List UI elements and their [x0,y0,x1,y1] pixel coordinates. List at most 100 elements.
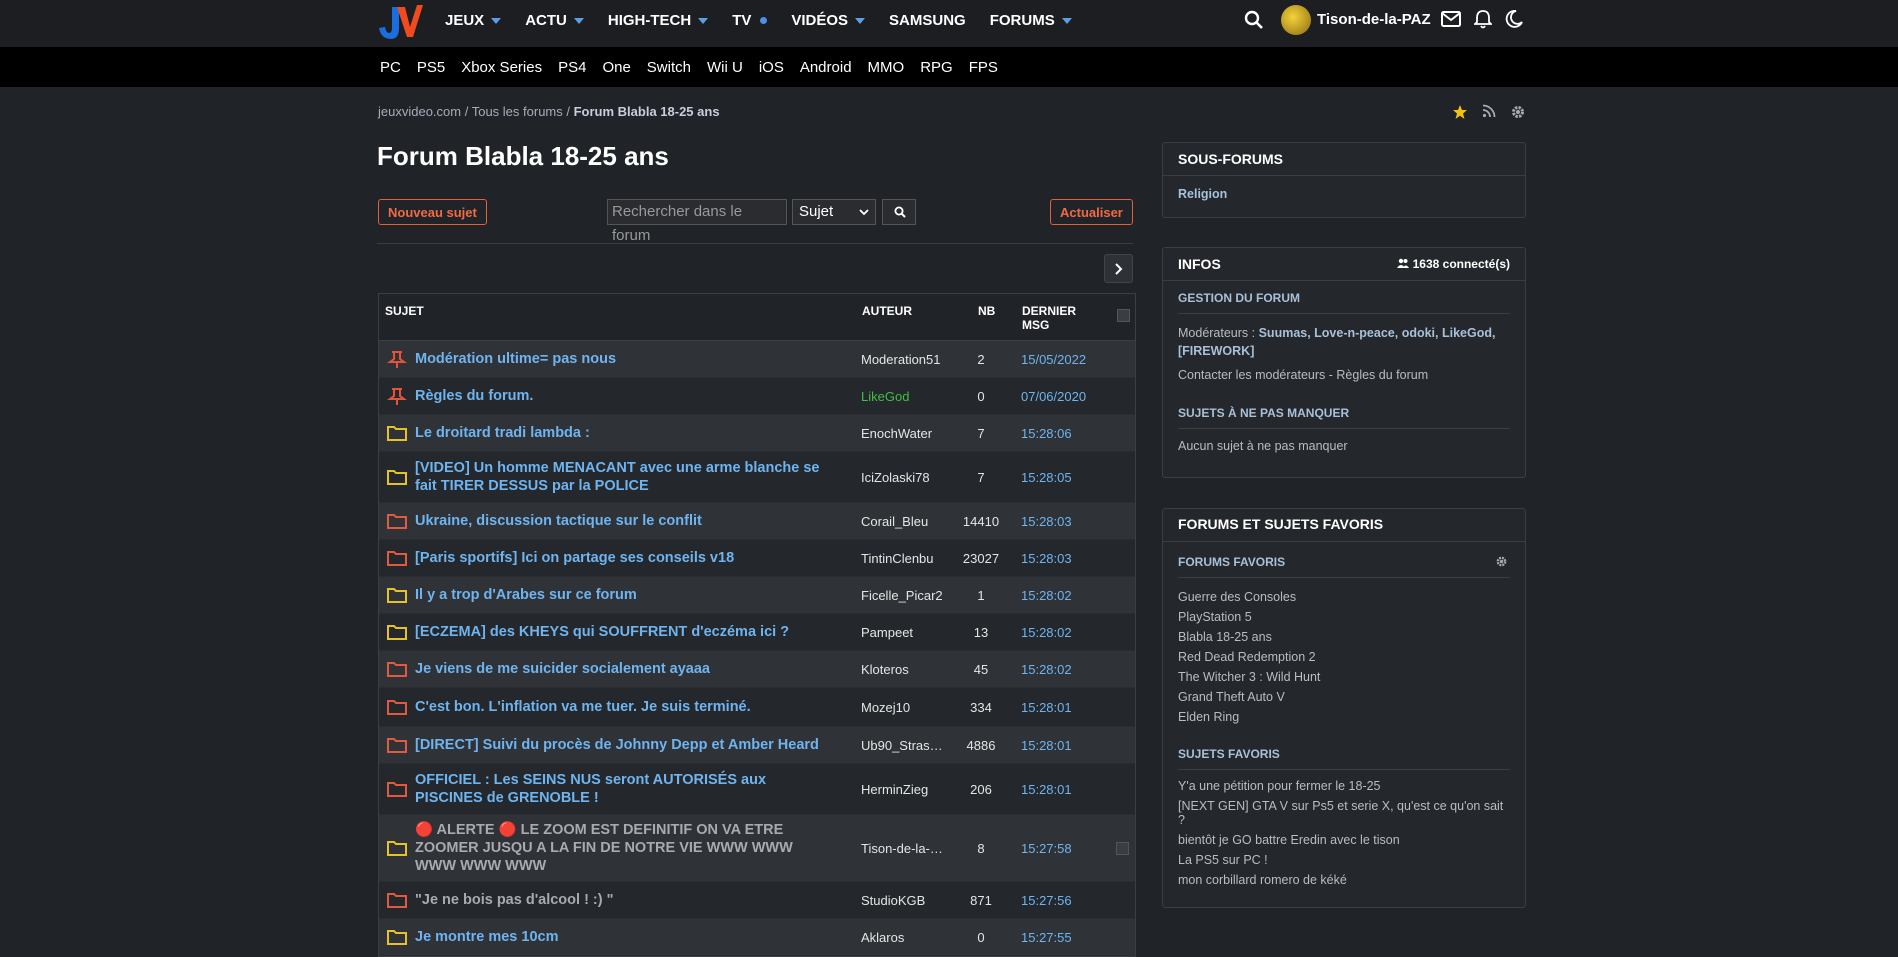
topic-last-message[interactable]: 15:28:03 [1021,514,1072,529]
favorite-topic-link[interactable]: La PS5 sur PC ! [1178,853,1510,867]
favorite-forum-link[interactable]: Blabla 18-25 ans [1178,627,1510,647]
platform-link[interactable]: Xbox Series [461,59,542,76]
table-row[interactable]: [VIDEO] Un homme MENACANT avec une arme … [379,452,1135,503]
topic-last-message[interactable]: 15:28:02 [1021,588,1072,603]
nav-item-4[interactable]: VIDÉOS [791,12,866,29]
topic-link[interactable]: Règles du forum. [415,387,837,405]
nav-item-0[interactable]: JEUX [445,12,502,29]
topic-author[interactable]: TintinClenbu [861,551,945,566]
nav-item-5[interactable]: SAMSUNG [889,12,966,29]
gear-icon[interactable] [1495,555,1508,568]
table-row[interactable]: "Je ne bois pas d'alcool ! :) " StudioKGB… [379,882,1135,919]
topic-link[interactable]: Je montre mes 10cm [415,928,837,946]
topic-link[interactable]: C'est bon. L'inflation va me tuer. Je su… [415,698,837,716]
favorite-topic-link[interactable]: mon corbillard romero de kéké [1178,873,1510,887]
next-page-button[interactable] [1104,254,1133,283]
topic-link[interactable]: Modération ultime= pas nous [415,350,837,368]
topic-link[interactable]: OFFICIEL : Les SEINS NUS seront AUTORISÉ… [415,771,837,807]
topic-last-message[interactable]: 15:27:58 [1021,841,1072,856]
topic-author[interactable]: StudioKGB [861,893,945,908]
subforum-religion[interactable]: Religion [1178,176,1510,201]
favorite-forum-link[interactable]: Guerre des Consoles [1178,587,1510,607]
rss-icon[interactable] [1482,104,1496,118]
topic-link[interactable]: "Je ne bois pas d'alcool ! :) " [415,891,837,909]
topic-last-message[interactable]: 15:27:55 [1021,930,1072,945]
table-row[interactable]: [DIRECT] Suivi du procès de Johnny Depp … [379,727,1135,764]
platform-link[interactable]: Wii U [707,59,743,76]
topic-last-message[interactable]: 07/06/2020 [1021,389,1086,404]
topic-link[interactable]: [VIDEO] Un homme MENACANT avec une arme … [415,459,837,495]
topic-last-message[interactable]: 15:28:05 [1021,470,1072,485]
favorite-topic-link[interactable]: Y'a une pétition pour fermer le 18-25 [1178,779,1510,793]
bell-icon[interactable] [1474,9,1492,29]
topic-author[interactable]: Ub90_Strasbourg [861,738,945,753]
contact-moderators-link[interactable]: Contacter les modérateurs - Règles du fo… [1178,360,1510,382]
topic-last-message[interactable]: 15:28:06 [1021,426,1072,441]
topic-author[interactable]: HerminZieg [861,782,945,797]
topic-author[interactable]: Corail_Bleu [861,514,945,529]
topic-author[interactable]: Pampeet [861,625,945,640]
platform-link[interactable]: iOS [759,59,784,76]
favorite-forum-link[interactable]: PlayStation 5 [1178,607,1510,627]
search-scope-select[interactable]: Sujet [792,199,876,225]
topic-link[interactable]: Je viens de me suicider socialement ayaa… [415,660,837,678]
forum-search-input[interactable]: Rechercher dans le forum [607,199,787,244]
topic-link[interactable]: Il y a trop d'Arabes sur ce forum [415,586,837,604]
table-row[interactable]: OFFICIEL : Les SEINS NUS seront AUTORISÉ… [379,764,1135,815]
mail-icon[interactable] [1441,11,1461,27]
topic-last-message[interactable]: 15:28:03 [1021,551,1072,566]
nav-item-6[interactable]: FORUMS [990,12,1072,29]
table-row[interactable]: [ECZEMA] des KHEYS qui SOUFFRENT d'eczém… [379,614,1135,651]
nav-item-2[interactable]: HIGH-TECH [608,12,709,29]
platform-link[interactable]: FPS [969,59,998,76]
jv-logo[interactable] [377,3,423,41]
topic-author[interactable]: Aklaros [861,930,945,945]
topic-author[interactable]: IciZolaski78 [861,470,945,485]
platform-link[interactable]: PC [380,59,401,76]
table-row[interactable]: Modération ultime= pas nous Moderation51 2… [379,341,1135,378]
topic-link[interactable]: [ECZEMA] des KHEYS qui SOUFFRENT d'eczém… [415,623,837,641]
username[interactable]: Tison-de-la-PAZ [1317,11,1431,28]
breadcrumb-forums[interactable]: Tous les forums [472,104,563,119]
table-row[interactable]: Règles du forum. LikeGod 0 07/06/2020 [379,378,1135,415]
topic-author[interactable]: Tison-de-la-PAZ [861,841,945,856]
breadcrumb-site[interactable]: jeuxvideo.com [378,104,461,119]
platform-link[interactable]: Android [800,59,852,76]
platform-link[interactable]: PS4 [558,59,586,76]
topic-last-message[interactable]: 15/05/2022 [1021,352,1086,367]
table-row[interactable]: Je montre mes 10cm Aklaros 0 15:27:55 [379,919,1135,956]
topic-last-message[interactable]: 15:27:56 [1021,893,1072,908]
table-row[interactable]: 🔴 ALERTE 🔴 LE ZOOM EST DEFINITIF ON VA E… [379,815,1135,882]
select-all-checkbox[interactable] [1117,309,1130,322]
nav-item-1[interactable]: ACTU [525,12,584,29]
favorite-topic-link[interactable]: [NEXT GEN] GTA V sur Ps5 et serie X, qu'… [1178,799,1510,827]
favorite-forum-link[interactable]: Red Dead Redemption 2 [1178,647,1510,667]
platform-link[interactable]: MMO [868,59,905,76]
new-topic-button[interactable]: Nouveau sujet [378,199,487,225]
topic-author[interactable]: EnochWater [861,426,945,441]
favorite-forum-link[interactable]: Elden Ring [1178,707,1510,727]
topic-checkbox[interactable] [1116,841,1129,855]
platform-link[interactable]: PS5 [417,59,445,76]
platform-link[interactable]: One [602,59,630,76]
search-button[interactable] [882,199,916,225]
topic-author[interactable]: Moderation51 [861,352,945,367]
topic-author[interactable]: LikeGod [861,389,945,404]
nav-item-3[interactable]: TV [732,12,768,29]
table-row[interactable]: [Paris sportifs] Ici on partage ses cons… [379,540,1135,577]
gear-icon[interactable] [1510,104,1526,120]
topic-link[interactable]: Ukraine, discussion tactique sur le conf… [415,512,837,530]
topic-last-message[interactable]: 15:28:01 [1021,738,1072,753]
topic-last-message[interactable]: 15:28:02 [1021,625,1072,640]
topic-author[interactable]: Kloteros [861,662,945,677]
topic-author[interactable]: Ficelle_Picar2 [861,588,945,603]
topic-last-message[interactable]: 15:28:01 [1021,700,1072,715]
table-row[interactable]: Je viens de me suicider socialement ayaa… [379,651,1135,688]
search-icon[interactable] [1244,10,1264,30]
platform-link[interactable]: Switch [647,59,691,76]
topic-link[interactable]: [DIRECT] Suivi du procès de Johnny Depp … [415,736,837,754]
table-row[interactable]: Il y a trop d'Arabes sur ce forum Ficelle… [379,577,1135,614]
refresh-button[interactable]: Actualiser [1050,199,1133,225]
table-row[interactable]: C'est bon. L'inflation va me tuer. Je su… [379,688,1135,727]
favorite-forum-link[interactable]: The Witcher 3 : Wild Hunt [1178,667,1510,687]
